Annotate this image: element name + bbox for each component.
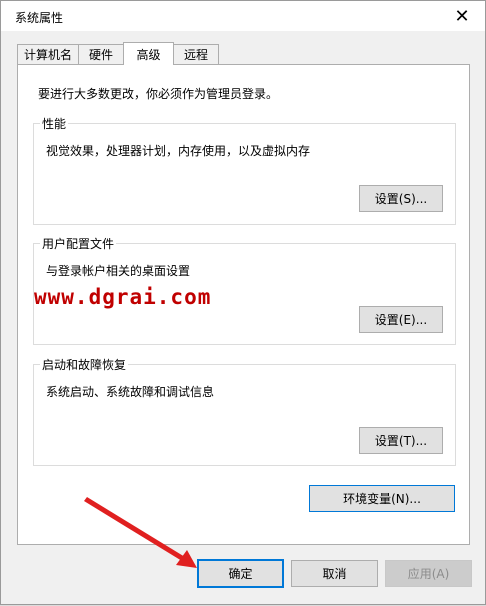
tab-label: 硬件 <box>88 48 113 62</box>
tab-computer-name[interactable]: 计算机名 <box>17 44 79 64</box>
performance-settings-button[interactable]: 设置(S)... <box>359 185 443 212</box>
environment-variables-button[interactable]: 环境变量(N)... <box>309 485 455 512</box>
watermark: www.dgrai.com <box>34 285 212 309</box>
performance-group: 性能 视觉效果，处理器计划，内存使用，以及虚拟内存 设置(S)... <box>33 115 456 225</box>
system-properties-dialog: 系统属性 ✕ 计算机名 硬件 高级 远程 要进行大多数更改，你必须作为管理员登录… <box>0 0 486 605</box>
arrow-head <box>176 550 197 568</box>
startup-recovery-settings-button[interactable]: 设置(T)... <box>359 427 443 454</box>
close-icon: ✕ <box>454 5 470 27</box>
tab-advanced[interactable]: 高级 <box>123 42 174 65</box>
title-bar: 系统属性 ✕ <box>1 1 485 31</box>
tab-label: 高级 <box>136 47 161 62</box>
tab-hardware[interactable]: 硬件 <box>78 44 124 64</box>
group-title: 性能 <box>40 115 69 132</box>
group-title: 启动和故障恢复 <box>40 356 129 373</box>
window-title: 系统属性 <box>15 11 64 25</box>
startup-recovery-group: 启动和故障恢复 系统启动、系统故障和调试信息 设置(T)... <box>33 356 456 466</box>
apply-button[interactable]: 应用(A) <box>385 560 472 587</box>
tab-label: 远程 <box>183 48 208 62</box>
close-button[interactable]: ✕ <box>439 1 485 31</box>
group-description: 系统启动、系统故障和调试信息 <box>46 385 215 399</box>
ok-button[interactable]: 确定 <box>197 559 284 588</box>
tab-remote[interactable]: 远程 <box>173 44 219 64</box>
user-profiles-settings-button[interactable]: 设置(E)... <box>359 306 443 333</box>
group-description: 视觉效果，处理器计划，内存使用，以及虚拟内存 <box>46 144 311 158</box>
group-description: 与登录帐户相关的桌面设置 <box>46 264 191 278</box>
group-title: 用户配置文件 <box>40 235 117 252</box>
tab-label: 计算机名 <box>23 48 72 62</box>
admin-notice: 要进行大多数更改，你必须作为管理员登录。 <box>38 87 279 101</box>
cancel-button[interactable]: 取消 <box>291 560 378 587</box>
